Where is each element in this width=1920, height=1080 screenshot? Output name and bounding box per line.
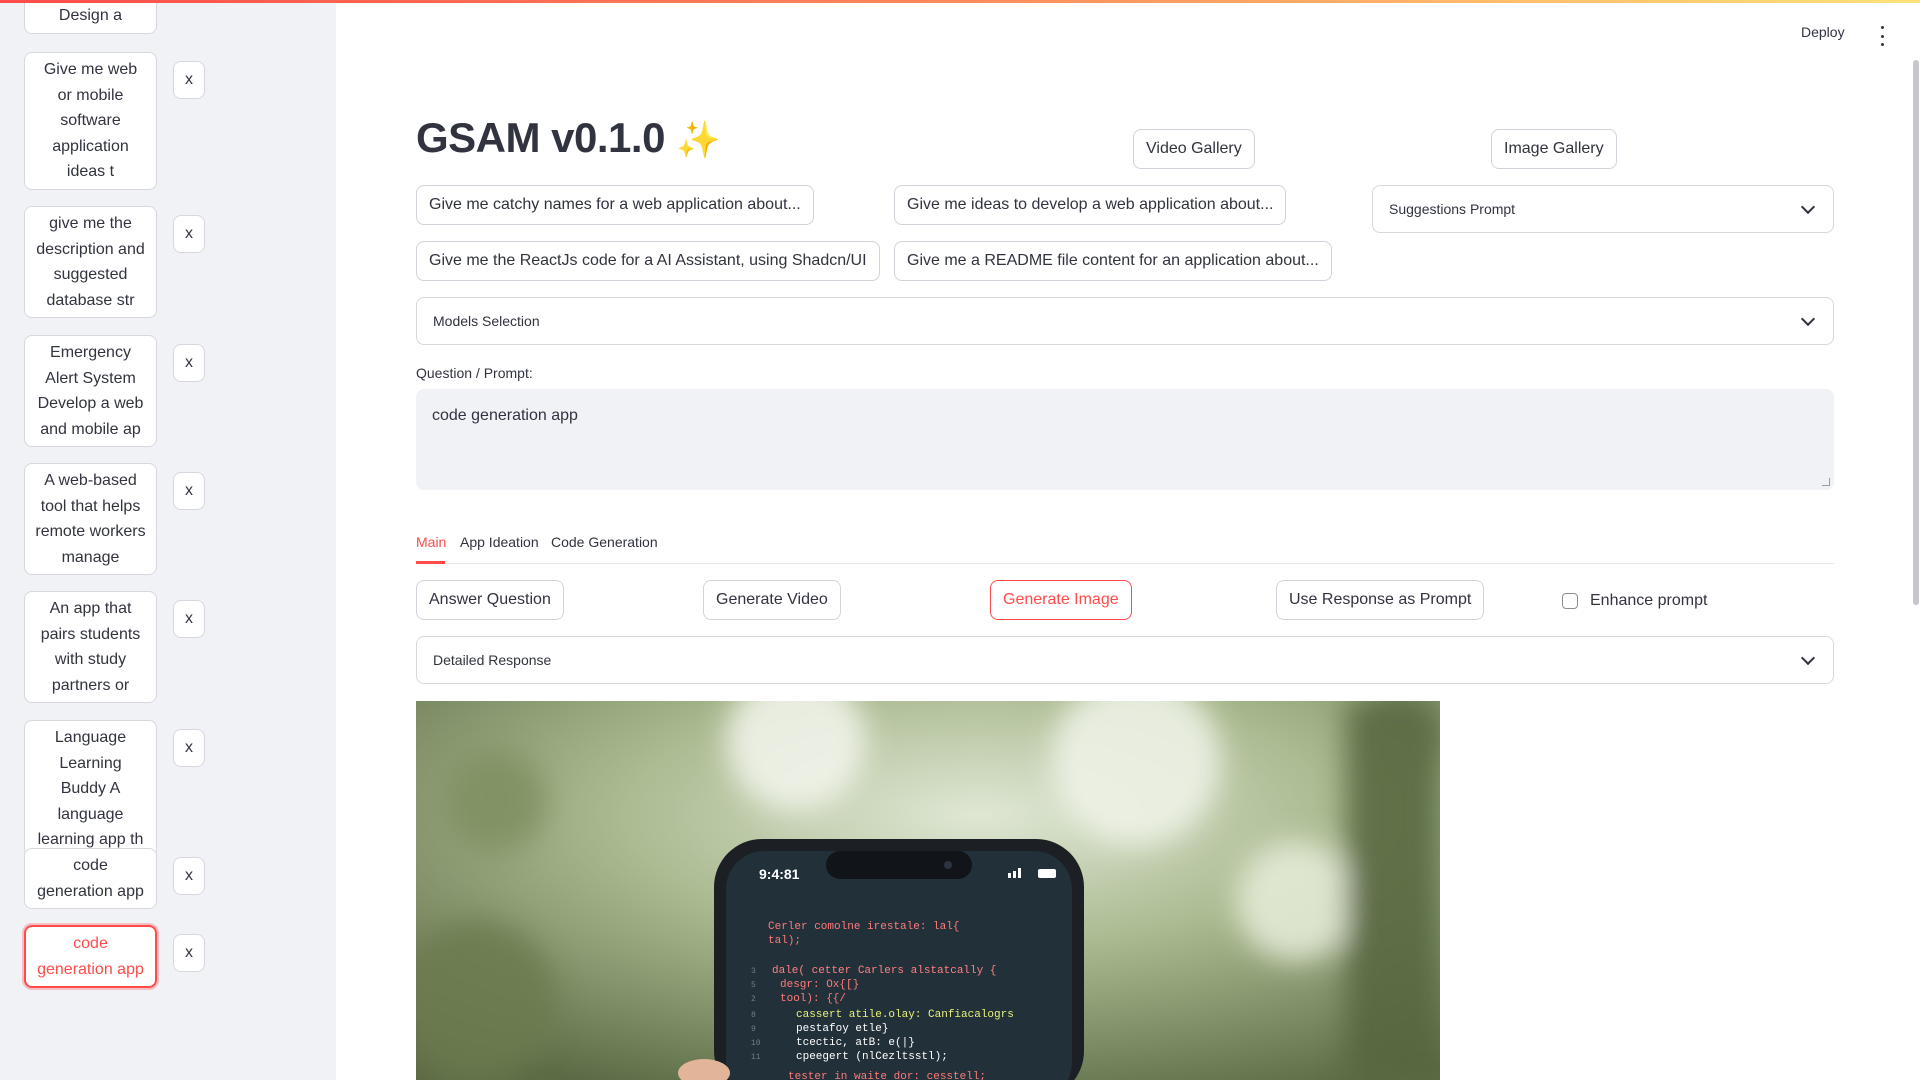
history-item: A web-based tool that helps remote worke… — [24, 463, 205, 575]
chevron-down-icon — [1800, 199, 1816, 214]
svg-text:3: 3 — [751, 967, 756, 976]
phone: 9:4:81 Cerler comolne irestale: lal{ tal… — [714, 839, 1084, 1080]
suggestion-ideas-button[interactable]: Give me ideas to develop a web applicati… — [894, 185, 1287, 225]
generate-video-button[interactable]: Generate Video — [703, 580, 841, 620]
prompt-label: Question / Prompt: — [416, 365, 533, 381]
history-button[interactable]: An app that pairs students with study pa… — [24, 591, 157, 703]
remove-history-button[interactable]: x — [173, 934, 205, 972]
phone-code-image: 9:4:81 Cerler comolne irestale: lal{ tal… — [416, 701, 1440, 1080]
active-tab-indicator — [416, 561, 445, 564]
suggestion-readme-button[interactable]: Give me a README file content for an app… — [894, 241, 1332, 281]
page-title-text: GSAM v0.1.0 — [416, 114, 665, 161]
checkbox-icon[interactable] — [1562, 593, 1578, 609]
enhance-prompt-checkbox[interactable]: Enhance prompt — [1562, 592, 1707, 610]
svg-text:11: 11 — [751, 1053, 761, 1062]
image-gallery-button[interactable]: Image Gallery — [1491, 129, 1617, 169]
tab-app-ideation[interactable]: App Ideation — [460, 534, 539, 550]
history-item: Design a — [24, 0, 157, 34]
enhance-prompt-label: Enhance prompt — [1590, 592, 1708, 609]
sidebar: Design a Give me web or mobile software … — [0, 0, 336, 1080]
history-button[interactable]: A web-based tool that helps remote worke… — [24, 463, 157, 575]
history-button[interactable]: Design a — [24, 0, 157, 34]
tab-main[interactable]: Main — [416, 534, 446, 550]
prompt-textarea[interactable]: code generation app — [416, 389, 1834, 490]
svg-text:5: 5 — [751, 981, 756, 990]
code-line: dale( cetter Carlers alstatcally { — [772, 965, 996, 977]
remove-history-button[interactable]: x — [173, 472, 205, 510]
code-line: desgr: Ox{[} — [780, 979, 859, 991]
deploy-button[interactable]: Deploy — [1801, 24, 1845, 40]
detailed-response-label: Detailed Response — [433, 652, 552, 668]
generated-image: 9:4:81 Cerler comolne irestale: lal{ tal… — [416, 701, 1440, 1080]
code-line: tcectic, atB: e(|} — [796, 1037, 915, 1049]
models-selection-expander[interactable]: Models Selection — [416, 297, 1834, 345]
code-line: pestafoy etle} — [796, 1023, 888, 1035]
history-item: code generation app x — [24, 848, 205, 909]
generate-image-button[interactable]: Generate Image — [990, 580, 1132, 620]
remove-history-button[interactable]: x — [173, 215, 205, 253]
detailed-response-expander[interactable]: Detailed Response — [416, 636, 1834, 684]
remove-history-button[interactable]: x — [173, 729, 205, 767]
models-selection-label: Models Selection — [433, 313, 540, 329]
tab-bar: Main App Ideation Code Generation — [416, 528, 1834, 564]
tab-code-generation[interactable]: Code Generation — [551, 534, 658, 550]
chevron-down-icon — [1800, 311, 1816, 326]
video-gallery-button[interactable]: Video Gallery — [1133, 129, 1255, 169]
phone-time: 9:4:81 — [759, 866, 800, 882]
prompt-text: code generation app — [432, 407, 578, 424]
main-menu-icon[interactable] — [1876, 26, 1888, 46]
history-item: Give me web or mobile software applicati… — [24, 52, 205, 190]
code-line: tool): {{/ — [780, 993, 846, 1005]
remove-history-button[interactable]: x — [173, 857, 205, 895]
code-line: tester in waite dor: cesstell; — [788, 1071, 986, 1080]
page-title: GSAM v0.1.0 ✨ — [416, 114, 721, 162]
code-line: tal); — [768, 935, 801, 947]
svg-text:8: 8 — [751, 1011, 756, 1020]
svg-text:10: 10 — [751, 1039, 761, 1048]
history-item: Language Learning Buddy A language learn… — [24, 720, 205, 858]
history-button[interactable]: Emergency Alert System Develop a web and… — [24, 335, 157, 447]
svg-text:2: 2 — [751, 995, 756, 1004]
scrollbar[interactable] — [1913, 60, 1919, 605]
history-item: An app that pairs students with study pa… — [24, 591, 205, 703]
top-decoration-bar — [0, 0, 1920, 3]
remove-history-button[interactable]: x — [173, 600, 205, 638]
history-button-active[interactable]: code generation app — [24, 925, 157, 988]
remove-history-button[interactable]: x — [173, 344, 205, 382]
use-response-as-prompt-button[interactable]: Use Response as Prompt — [1276, 580, 1485, 620]
suggestions-prompt-expander[interactable]: Suggestions Prompt — [1372, 185, 1834, 233]
history-item: give me the description and suggested da… — [24, 206, 205, 318]
history-button[interactable]: Language Learning Buddy A language learn… — [24, 720, 157, 858]
history-button[interactable]: give me the description and suggested da… — [24, 206, 157, 318]
code-line: cpeegert (nlCezltsstl); — [796, 1051, 948, 1063]
remove-history-button[interactable]: x — [173, 61, 205, 99]
chevron-down-icon — [1800, 650, 1816, 665]
history-item-selected: code generation app x — [24, 925, 205, 988]
sparkles-icon: ✨ — [676, 119, 721, 160]
history-button[interactable]: Give me web or mobile software applicati… — [24, 52, 157, 190]
code-line: Cerler comolne irestale: lal{ — [768, 921, 959, 933]
code-line: cassert atile.olay: Canfiacalogrs — [796, 1009, 1014, 1021]
svg-text:9: 9 — [751, 1025, 756, 1034]
history-button[interactable]: code generation app — [24, 848, 157, 909]
suggestion-catchy-names-button[interactable]: Give me catchy names for a web applicati… — [416, 185, 814, 225]
history-item: Emergency Alert System Develop a web and… — [24, 335, 205, 447]
answer-question-button[interactable]: Answer Question — [416, 580, 564, 620]
resize-handle-icon[interactable] — [1822, 478, 1830, 486]
suggestions-prompt-label: Suggestions Prompt — [1389, 201, 1516, 217]
suggestion-reactjs-button[interactable]: Give me the ReactJs code for a AI Assist… — [416, 241, 880, 281]
